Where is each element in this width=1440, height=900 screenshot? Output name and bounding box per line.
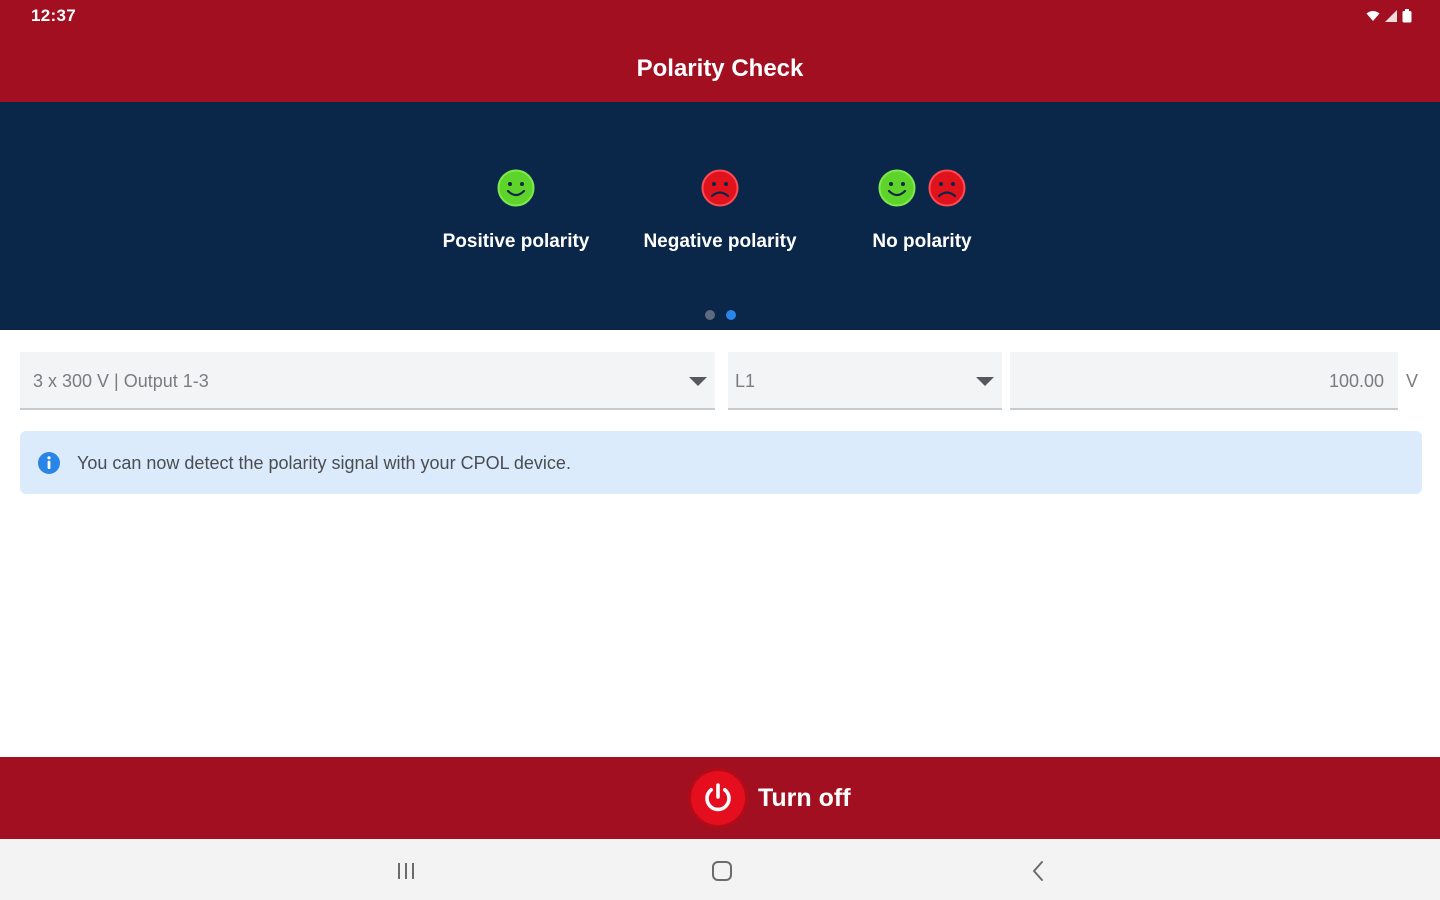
legend-label: Negative polarity bbox=[643, 231, 797, 252]
sad-face-icon bbox=[928, 169, 966, 207]
app-bar: Polarity Check bbox=[0, 34, 1440, 102]
voltage-input[interactable]: 100.00 bbox=[1010, 352, 1398, 410]
info-message: You can now detect the polarity signal w… bbox=[20, 431, 1422, 494]
voltage-input-value: 100.00 bbox=[1328, 371, 1384, 391]
output-select[interactable]: 3 x 300 V | Output 1-3 bbox=[20, 352, 715, 410]
sad-face-icon bbox=[701, 169, 739, 207]
polarity-legend-banner[interactable]: Positive polarity Negative polarity No p… bbox=[0, 102, 1440, 330]
recents-button[interactable] bbox=[392, 857, 420, 885]
pager-dot[interactable] bbox=[704, 310, 715, 320]
pager-dot-active[interactable] bbox=[725, 310, 736, 320]
pager-dots bbox=[0, 310, 1440, 320]
phase-select[interactable]: L1 bbox=[728, 352, 1002, 410]
back-icon bbox=[1033, 861, 1043, 881]
status-bar: 12:37 bbox=[0, 0, 1440, 34]
legend-negative-polarity: Negative polarity bbox=[620, 167, 820, 253]
legend-label: Positive polarity bbox=[442, 231, 590, 252]
turn-off-label: Turn off bbox=[758, 783, 851, 812]
legend-label: No polarity bbox=[872, 231, 972, 252]
happy-face-icon bbox=[878, 169, 916, 207]
happy-face-icon bbox=[497, 169, 535, 207]
chevron-down-icon bbox=[976, 377, 994, 386]
legend-positive-polarity: Positive polarity bbox=[416, 167, 616, 253]
recents-icon bbox=[398, 863, 414, 879]
home-button[interactable] bbox=[708, 857, 736, 885]
wifi-icon bbox=[1366, 11, 1380, 21]
status-icons bbox=[1366, 9, 1412, 23]
system-nav-bar bbox=[0, 839, 1440, 900]
info-icon bbox=[38, 452, 60, 474]
battery-icon bbox=[1402, 9, 1412, 23]
turn-off-button[interactable]: Turn off bbox=[688, 767, 851, 829]
signal-icon bbox=[1385, 10, 1397, 22]
info-message-text: You can now detect the polarity signal w… bbox=[77, 453, 571, 473]
chevron-down-icon bbox=[689, 377, 707, 386]
status-time: 12:37 bbox=[31, 6, 76, 25]
output-select-value: 3 x 300 V | Output 1-3 bbox=[33, 371, 209, 391]
phase-select-value: L1 bbox=[735, 371, 756, 391]
home-icon bbox=[712, 861, 732, 881]
legend-no-polarity: No polarity bbox=[822, 167, 1022, 253]
page-title: Polarity Check bbox=[636, 55, 804, 82]
power-icon bbox=[688, 768, 748, 828]
footer-bar: Turn off bbox=[0, 757, 1440, 839]
back-button[interactable] bbox=[1024, 857, 1052, 885]
voltage-unit: V bbox=[1406, 371, 1419, 391]
